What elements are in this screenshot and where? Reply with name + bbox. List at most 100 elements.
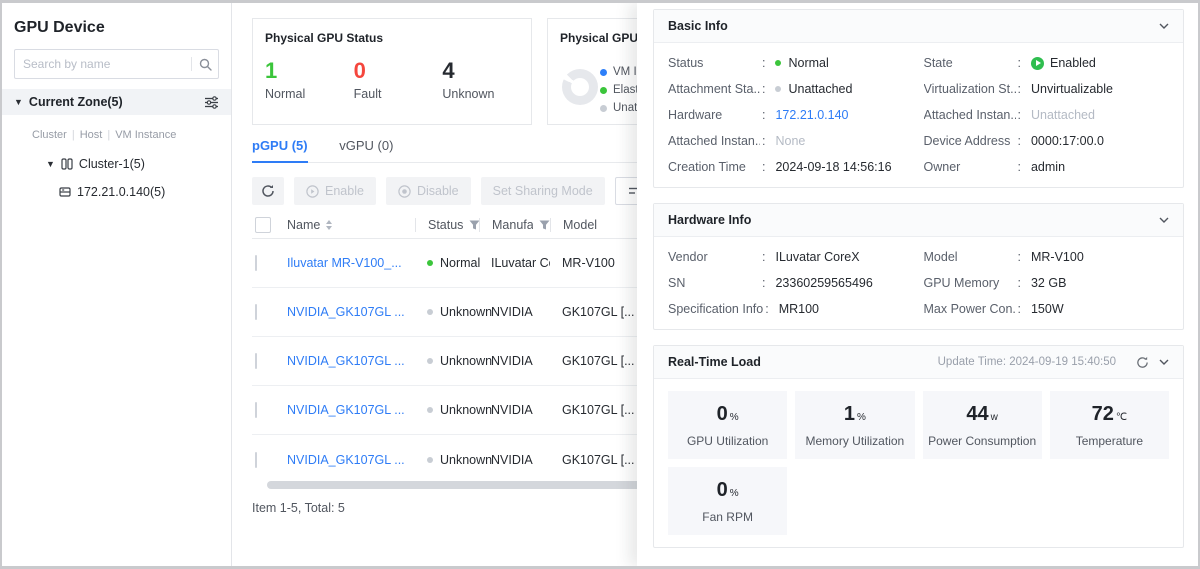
enable-button[interactable]: Enable [294, 177, 376, 205]
gpu-name-link[interactable]: Iluvatar MR-V100_... [287, 256, 415, 270]
status-stats: 1 Normal 0 Fault 4 Unknown [265, 59, 531, 101]
manufacturer-cell: ILuvatar Co... [479, 256, 550, 270]
tile-label: Temperature [1076, 434, 1143, 448]
legend-dot-green [600, 87, 607, 94]
tile-power-consumption: 44w Power Consumption [923, 391, 1042, 459]
hardware-link[interactable]: 172.21.0.140 [775, 107, 848, 123]
set-sharing-mode-button[interactable]: Set Sharing Mode [481, 177, 605, 205]
disable-label: Disable [417, 184, 459, 198]
tile-memory-utilization: 1% Memory Utilization [795, 391, 914, 459]
crumb-host[interactable]: Host [67, 129, 102, 141]
chevron-down-icon[interactable] [1159, 217, 1169, 223]
status-dot [775, 86, 781, 92]
display-settings-icon[interactable] [204, 96, 219, 109]
realtime-load-header[interactable]: Real-Time Load Update Time: 2024-09-19 1… [654, 346, 1183, 379]
row-checkbox[interactable] [255, 304, 257, 320]
set-sharing-label: Set Sharing Mode [493, 184, 593, 198]
tab-vgpu[interactable]: vGPU (0) [339, 136, 393, 161]
column-name-label: Name [287, 218, 320, 232]
tile-value: 72 [1092, 403, 1114, 425]
tile-value: 1 [844, 403, 855, 425]
stat-value: 4 [442, 59, 531, 83]
zone-label: Current Zone(5) [29, 95, 204, 109]
load-tiles: 0% GPU Utilization 1% Memory Utilization… [668, 391, 1169, 535]
stat-label: Unknown [442, 87, 531, 101]
field-sn: SN23360259565496 [668, 275, 914, 291]
search-icon[interactable] [192, 58, 218, 71]
column-status-label: Status [428, 218, 463, 232]
disable-button[interactable]: Disable [386, 177, 471, 205]
select-all-checkbox[interactable] [255, 217, 271, 233]
detail-drawer: Basic Info StatusNormal StateEnabled Att… [637, 3, 1198, 566]
field-virtualization-status: Virtualization St...Unvirtualizable [924, 81, 1170, 97]
tile-label: Power Consumption [928, 434, 1036, 448]
column-status: Status [415, 218, 479, 232]
column-model-label: Model [563, 218, 597, 232]
status-cell: Unknown [415, 403, 479, 417]
hardware-info-body: VendorILuvatar CoreX ModelMR-V100 SN2336… [654, 237, 1183, 329]
search-input[interactable] [15, 57, 191, 71]
tile-unit: % [730, 412, 739, 423]
caret-down-icon[interactable]: ▼ [14, 97, 23, 107]
tab-pgpu[interactable]: pGPU (5) [252, 136, 308, 163]
filter-icon[interactable] [539, 220, 550, 230]
update-time: Update Time: 2024-09-19 15:40:50 [938, 356, 1116, 368]
horizontal-scrollbar[interactable] [267, 481, 654, 489]
row-checkbox[interactable] [255, 402, 257, 418]
model-cell: GK107GL [... [550, 305, 638, 319]
status-cell: Unknown [415, 354, 479, 368]
field-max-power: Max Power Con...150W [924, 301, 1170, 317]
tile-unit: % [730, 488, 739, 499]
hardware-info-header[interactable]: Hardware Info [654, 204, 1183, 237]
realtime-load-body: 0% GPU Utilization 1% Memory Utilization… [654, 379, 1183, 547]
host-icon [59, 186, 71, 198]
stat-value: 0 [354, 59, 443, 83]
row-checkbox[interactable] [255, 353, 257, 369]
gpu-name-link[interactable]: NVIDIA_GK107GL ... [287, 354, 415, 368]
field-attached-instance: Attached Instan...Unattached [924, 107, 1170, 123]
column-name: Name [287, 218, 415, 232]
gpu-name-link[interactable]: NVIDIA_GK107GL ... [287, 403, 415, 417]
tile-unit: ℃ [1116, 412, 1127, 423]
legend-dot-gray [600, 105, 607, 112]
section-title: Real-Time Load [668, 355, 938, 369]
column-manufacturer-label: Manufac... [492, 218, 533, 232]
gpu-name-link[interactable]: NVIDIA_GK107GL ... [287, 305, 415, 319]
refresh-icon [261, 184, 275, 198]
page-title: GPU Device [14, 19, 219, 37]
caret-down-icon[interactable]: ▼ [46, 159, 55, 169]
tile-label: Memory Utilization [806, 434, 905, 448]
stat-normal: 1 Normal [265, 59, 354, 101]
tile-temperature: 72℃ Temperature [1050, 391, 1169, 459]
gpu-name-link[interactable]: NVIDIA_GK107GL ... [287, 453, 415, 467]
enabled-play-icon [1031, 57, 1044, 70]
status-dot [427, 407, 433, 413]
chevron-down-icon[interactable] [1159, 359, 1169, 365]
refresh-button[interactable] [252, 177, 284, 205]
basic-info-section: Basic Info StatusNormal StateEnabled Att… [653, 9, 1184, 188]
chevron-down-icon[interactable] [1159, 23, 1169, 29]
model-cell: GK107GL [... [550, 453, 638, 467]
field-attached-instance-2: Attached Instan...None [668, 133, 914, 149]
stat-label: Normal [265, 87, 354, 101]
sort-icon[interactable] [326, 220, 332, 230]
manufacturer-cell: NVIDIA [479, 403, 550, 417]
crumb-cluster[interactable]: Cluster [32, 129, 67, 141]
host-label: 172.21.0.140(5) [77, 185, 165, 199]
row-checkbox[interactable] [255, 452, 257, 468]
enable-label: Enable [325, 184, 364, 198]
tree-item-cluster[interactable]: ▼ Cluster-1(5) [46, 157, 231, 171]
legend-dot-blue [600, 69, 607, 76]
field-owner: Owneradmin [924, 159, 1170, 175]
crumb-vm-instance[interactable]: VM Instance [102, 129, 176, 141]
row-checkbox[interactable] [255, 255, 257, 271]
tile-gpu-utilization: 0% GPU Utilization [668, 391, 787, 459]
card-title: Physical GPU Status [265, 31, 531, 45]
refresh-icon[interactable] [1136, 356, 1149, 369]
sidebar-item-current-zone[interactable]: ▼ Current Zone(5) [2, 89, 231, 115]
tree-item-host[interactable]: 172.21.0.140(5) [59, 185, 231, 199]
status-cell: Unknown [415, 453, 479, 467]
stat-fault: 0 Fault [354, 59, 443, 101]
basic-info-header[interactable]: Basic Info [654, 10, 1183, 43]
hardware-info-section: Hardware Info VendorILuvatar CoreX Model… [653, 203, 1184, 330]
